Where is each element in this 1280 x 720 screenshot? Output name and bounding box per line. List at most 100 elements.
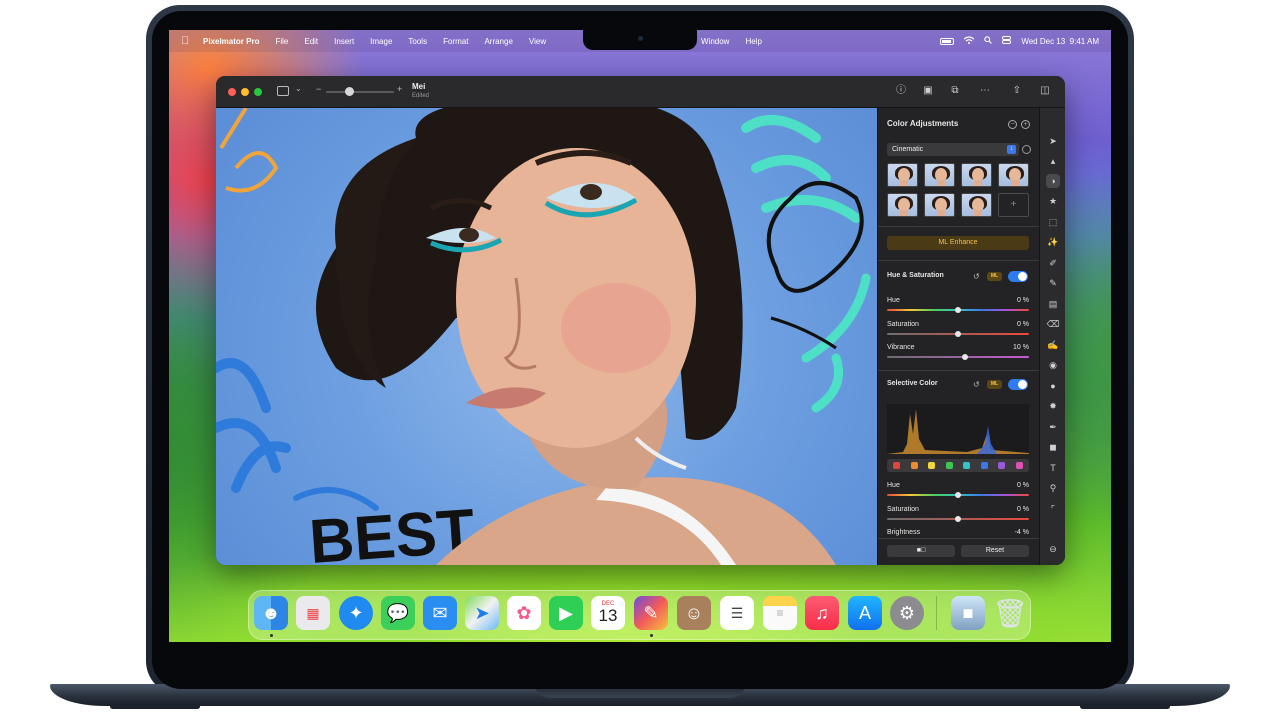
menu-tools[interactable]: Tools xyxy=(408,37,427,46)
distort-tool-icon[interactable]: ✸ xyxy=(1046,399,1060,413)
add-adjustment-icon[interactable]: + xyxy=(1021,120,1030,129)
select-subject-icon[interactable]: ▣ xyxy=(921,84,935,98)
more-options-icon[interactable]: ⋯ xyxy=(976,84,994,98)
selective-slider-knob-saturation[interactable] xyxy=(955,515,961,522)
pixelmator-pro-icon[interactable]: ✎ xyxy=(634,596,668,630)
mail-icon[interactable]: ✉ xyxy=(423,596,457,630)
preset-thumbnail[interactable] xyxy=(887,193,918,217)
clock[interactable]: Wed Dec 13 9:41 AM xyxy=(1021,37,1099,46)
shapes-tool-icon[interactable]: ◼ xyxy=(1046,440,1060,454)
preset-options-icon[interactable] xyxy=(1022,145,1031,154)
minimize-button[interactable] xyxy=(241,88,249,96)
arrange-tool-icon[interactable]: ➤ xyxy=(1046,134,1060,148)
crop-tool-icon[interactable]: ⌜ xyxy=(1046,502,1060,516)
zoom-button[interactable] xyxy=(254,88,262,96)
wifi-icon[interactable] xyxy=(963,36,975,46)
menu-window[interactable]: Window xyxy=(701,37,729,46)
zoom-slider-knob[interactable] xyxy=(345,87,354,96)
share-icon[interactable]: ⇧ xyxy=(1010,84,1024,98)
color-swatch[interactable] xyxy=(963,462,970,469)
selection-tool-icon[interactable]: ⬚ xyxy=(1046,215,1060,229)
preset-thumbnail[interactable] xyxy=(924,163,955,187)
burn-tool-icon[interactable]: ● xyxy=(1046,379,1060,393)
image-canvas[interactable]: BEST xyxy=(216,108,877,565)
color-swatch[interactable] xyxy=(1015,462,1023,469)
slider-knob-hue[interactable] xyxy=(955,307,961,313)
preset-thumbnail[interactable] xyxy=(961,163,992,187)
clone-tool-icon[interactable]: ◉ xyxy=(1046,358,1060,372)
pen-tool-icon[interactable]: ✒ xyxy=(1046,420,1060,434)
slider-knob-vibrance[interactable] xyxy=(962,354,969,360)
finder-icon[interactable]: ☻ xyxy=(254,596,288,630)
reset-button[interactable]: Reset xyxy=(961,545,1029,557)
zoom-in-icon[interactable]: + xyxy=(397,84,402,94)
color-swatch-bar[interactable] xyxy=(887,459,1029,472)
chevron-down-icon[interactable]: ⌄ xyxy=(295,84,302,93)
ml-badge[interactable]: ML xyxy=(987,380,1002,389)
collapse-icon[interactable]: − xyxy=(1008,120,1017,129)
menu-app-name[interactable]: Pixelmator Pro xyxy=(203,37,259,46)
magic-select-tool-icon[interactable]: ✨ xyxy=(1046,235,1060,249)
sidebar-toggle-icon[interactable] xyxy=(277,86,289,96)
reset-icon[interactable]: ↺ xyxy=(973,272,982,281)
paint-tool-icon[interactable]: ✎ xyxy=(1046,276,1060,290)
menu-edit[interactable]: Edit xyxy=(304,37,318,46)
menu-file[interactable]: File xyxy=(275,37,288,46)
crop-rotate-icon[interactable]: ⧉ xyxy=(948,84,962,98)
menu-image[interactable]: Image xyxy=(370,37,392,46)
inspector-toggle-icon[interactable]: ◫ xyxy=(1038,84,1052,98)
retouch-tool-icon[interactable]: ✍ xyxy=(1046,338,1060,352)
effects-tool-icon[interactable]: ★ xyxy=(1046,194,1060,208)
preset-select[interactable]: Cinematic xyxy=(887,143,1019,156)
fill-tool-icon[interactable]: ▤ xyxy=(1046,297,1060,311)
menu-insert[interactable]: Insert xyxy=(334,37,354,46)
style-tool-icon[interactable]: ▴ xyxy=(1046,154,1060,168)
safari-icon[interactable]: ✦ xyxy=(339,596,373,630)
preset-thumbnail[interactable] xyxy=(887,163,918,187)
slider-vibrance[interactable] xyxy=(887,356,1029,358)
preset-thumbnail[interactable] xyxy=(998,163,1029,187)
zoom-out-icon[interactable]: − xyxy=(316,84,321,94)
color-picker-tool-icon[interactable]: ✐ xyxy=(1046,256,1060,270)
system-settings-icon[interactable]: ⚙ xyxy=(890,596,924,630)
contacts-icon[interactable]: ☺ xyxy=(677,596,711,630)
app-store-icon[interactable]: A xyxy=(848,596,882,630)
ml-badge[interactable]: ML xyxy=(987,272,1002,281)
chevron-updown-icon[interactable]: ↕ xyxy=(1007,145,1016,154)
color-swatch[interactable] xyxy=(980,462,988,469)
type-tool-icon[interactable]: T xyxy=(1046,461,1060,475)
before-after-button[interactable]: ■□ xyxy=(887,545,955,557)
preset-thumbnail[interactable] xyxy=(961,193,992,217)
calendar-icon[interactable]: DEC 13 xyxy=(591,596,625,630)
selective-color-toggle[interactable] xyxy=(1008,379,1028,390)
menu-format[interactable]: Format xyxy=(443,37,468,46)
menu-view[interactable]: View xyxy=(529,37,546,46)
messages-icon[interactable]: 💬 xyxy=(381,596,415,630)
apple-menu-icon[interactable]:  xyxy=(181,35,199,47)
trash-icon[interactable]: 🗑 xyxy=(993,596,1027,630)
color-swatch[interactable] xyxy=(893,462,900,469)
selective-slider-knob-hue[interactable] xyxy=(955,492,961,498)
facetime-icon[interactable]: ▶ xyxy=(549,596,583,630)
control-center-icon[interactable] xyxy=(1002,36,1012,46)
erase-tool-icon[interactable]: ⌫ xyxy=(1046,317,1060,331)
battery-icon[interactable] xyxy=(940,37,955,45)
photos-icon[interactable]: ✿ xyxy=(507,596,541,630)
info-icon[interactable]: ⓘ xyxy=(894,84,908,98)
downloads-folder-icon[interactable]: ■ xyxy=(951,596,985,630)
maps-icon[interactable]: ➤ xyxy=(465,596,499,630)
zoom-slider[interactable] xyxy=(326,91,394,93)
color-swatch[interactable] xyxy=(928,462,935,469)
notes-icon[interactable]: ≡ xyxy=(763,596,797,630)
preset-thumbnail[interactable] xyxy=(924,193,955,217)
reminders-icon[interactable]: ☰ xyxy=(720,596,754,630)
menu-arrange[interactable]: Arrange xyxy=(484,37,512,46)
color-adjust-tool-icon[interactable]: ◑ xyxy=(1046,174,1060,188)
reset-icon[interactable]: ↺ xyxy=(973,380,982,389)
menu-help[interactable]: Help xyxy=(745,37,761,46)
remove-icon[interactable]: ⊖ xyxy=(1046,542,1060,556)
slider-knob-saturation[interactable] xyxy=(955,330,961,337)
close-button[interactable] xyxy=(228,88,236,96)
search-icon[interactable] xyxy=(984,36,993,46)
music-icon[interactable]: ♫ xyxy=(805,596,839,630)
